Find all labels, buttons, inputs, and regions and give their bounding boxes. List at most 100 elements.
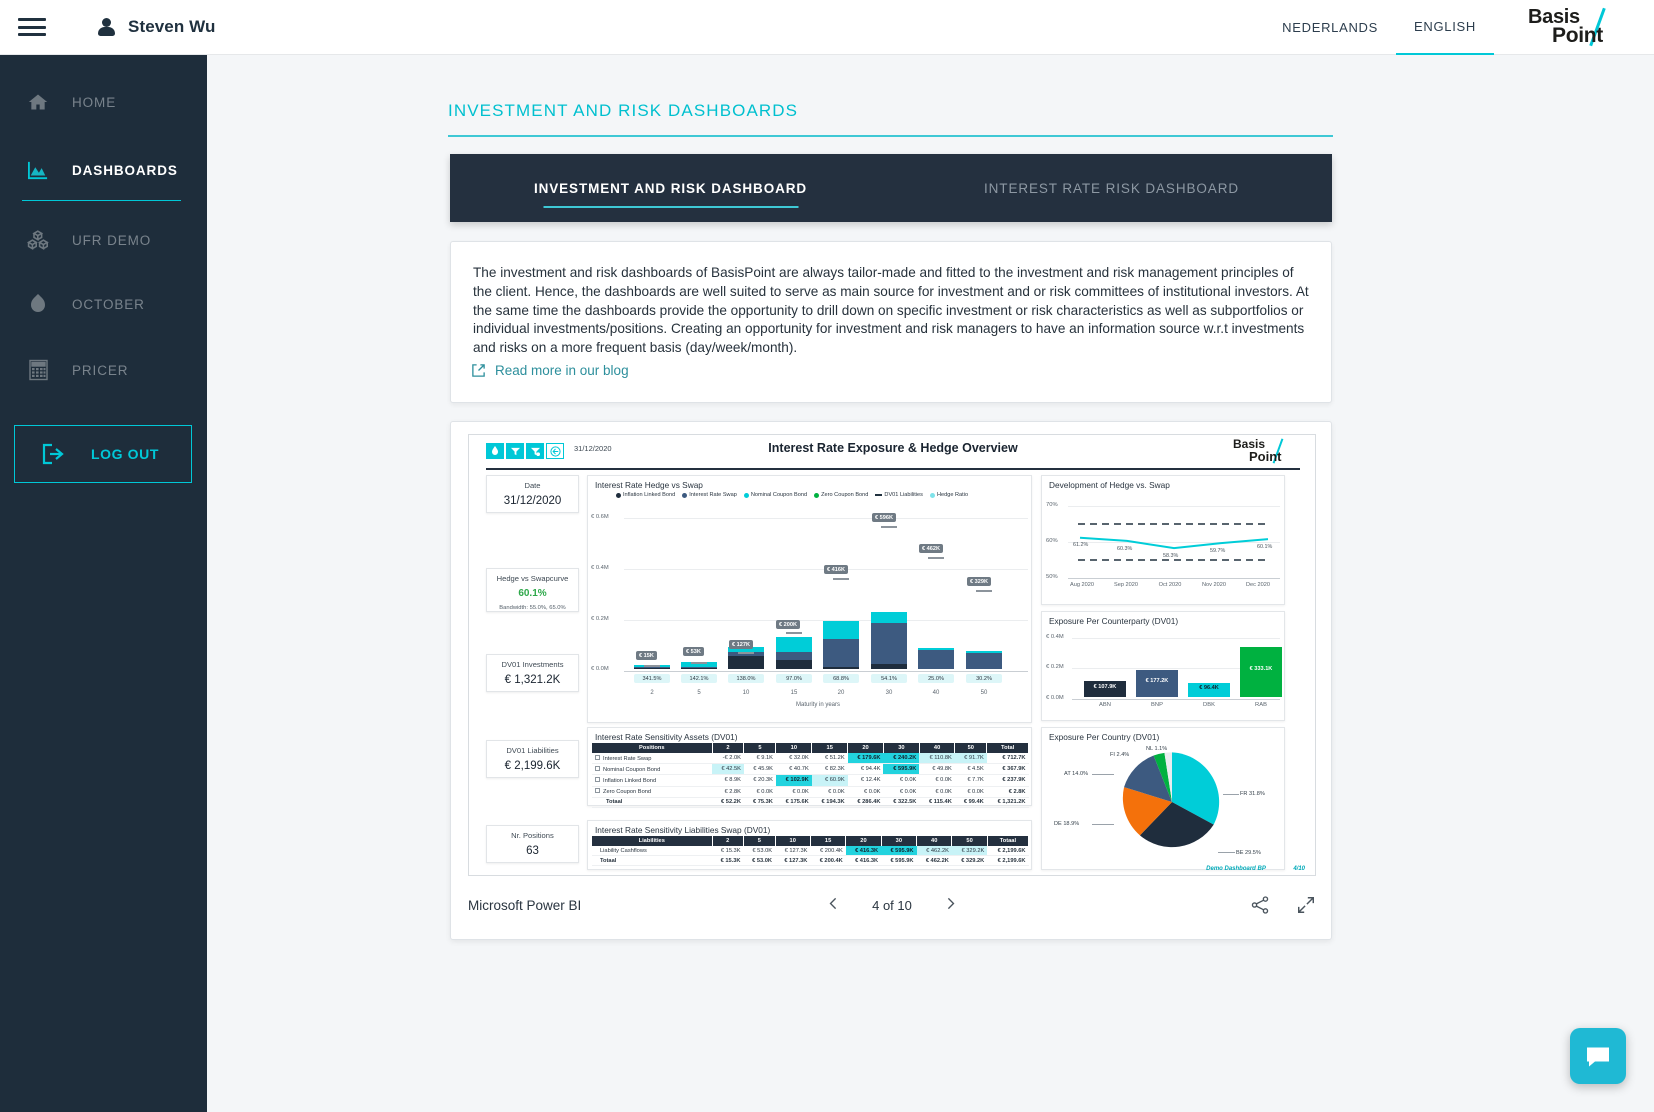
chart-title-development-hedge: Development of Hedge vs. Swap bbox=[1049, 480, 1170, 490]
pie-label-fi: FI 2.4% bbox=[1110, 752, 1130, 758]
tab-investment-and-risk-dashboard[interactable]: INVESTMENT AND RISK DASHBOARD bbox=[450, 154, 891, 222]
chart-exposure-per-country[interactable]: Exposure Per Country (DV01) FR 31.8% BE … bbox=[1041, 727, 1285, 870]
cell: € 1,321.2K bbox=[986, 796, 1029, 808]
table-row[interactable]: Inflation Linked Bond € 8.9K € 20.3K € 1… bbox=[592, 774, 1029, 787]
cell: € 94.4K bbox=[847, 763, 884, 776]
assets-table[interactable]: Positions 2 5 10 15 20 30 40 50 Total In… bbox=[592, 743, 1029, 808]
bar-group-40y[interactable] bbox=[918, 648, 954, 669]
hedge-development-line-svg bbox=[1078, 523, 1270, 561]
chart-exposure-per-counterparty[interactable]: Exposure Per Counterparty (DV01) € 0.4M … bbox=[1041, 611, 1285, 721]
expander-icon[interactable] bbox=[595, 754, 600, 760]
cp-bar-dbk[interactable]: € 96.4K bbox=[1188, 683, 1230, 697]
xaxis-label-5y: 5 bbox=[697, 690, 701, 696]
prev-page-button[interactable] bbox=[825, 895, 842, 915]
pie-label-be: BE 29.5% bbox=[1236, 850, 1261, 856]
kpi-nr-positions[interactable]: Nr. Positions 63 bbox=[486, 825, 579, 863]
assets-row-label-nominal: Nominal Coupon Bond bbox=[592, 763, 712, 776]
bar-seg-swap-40y bbox=[918, 650, 954, 669]
bar-group-20y[interactable] bbox=[823, 621, 859, 669]
cell: -€ 2.0K bbox=[712, 753, 744, 765]
line-xaxis-aug: Aug 2020 bbox=[1070, 582, 1094, 588]
liability-callout-50y: € 329K bbox=[967, 577, 992, 586]
dashboard-tabs: INVESTMENT AND RISK DASHBOARD INTEREST R… bbox=[450, 154, 1332, 222]
user-icon bbox=[98, 18, 115, 36]
legend-item-inflation-linked-bond: Inflation Linked Bond bbox=[616, 492, 675, 498]
read-more-blog-label: Read more in our blog bbox=[495, 363, 629, 378]
gridline-0 bbox=[624, 671, 1028, 672]
line-xaxis-sep: Sep 2020 bbox=[1114, 582, 1138, 588]
sidebar-item-label-october: OCTOBER bbox=[72, 296, 145, 312]
country-pie-svg[interactable] bbox=[1118, 748, 1226, 856]
liabilities-table[interactable]: Liabilities 2 5 10 15 20 30 40 50 Totaal bbox=[592, 836, 1030, 867]
basispoint-logo: Basis Point bbox=[1518, 4, 1636, 50]
page-title: INVESTMENT AND RISK DASHBOARDS bbox=[448, 101, 799, 120]
hedge-ratio-pill-40y: 25.0% bbox=[918, 674, 954, 683]
logout-button[interactable]: LOG OUT bbox=[14, 425, 192, 483]
table-interest-rate-sensitivity-assets[interactable]: Interest Rate Sensitivity Assets (DV01) … bbox=[587, 727, 1032, 808]
sidebar-item-label-home: HOME bbox=[72, 94, 117, 110]
cell: € 237.9K bbox=[986, 774, 1029, 787]
kpi-dv01-liabilities[interactable]: DV01 Liabilities € 2,199.6K bbox=[486, 740, 579, 778]
language-nederlands[interactable]: NEDERLANDS bbox=[1264, 0, 1396, 55]
liab-col-10: 10 bbox=[775, 836, 811, 846]
cell: € 15.3K bbox=[712, 846, 744, 857]
line-xaxis-oct: Oct 2020 bbox=[1158, 582, 1182, 588]
gridline-3 bbox=[624, 518, 1028, 519]
read-more-blog-link[interactable]: Read more in our blog bbox=[471, 363, 629, 378]
report-pager: 4 of 10 bbox=[468, 895, 1316, 915]
bar-group-30y[interactable] bbox=[871, 612, 907, 669]
cell: € 179.6K bbox=[847, 753, 884, 765]
kpi-dv01-investments[interactable]: DV01 Investments € 1,321.2K bbox=[486, 654, 579, 692]
chart-interest-rate-hedge-vs-swap[interactable]: Interest Rate Hedge vs Swap Inflation Li… bbox=[587, 475, 1032, 723]
cell: € 51.2K bbox=[811, 753, 848, 765]
assets-total-row: Totaal € 52.2K € 75.3K € 175.6K € 194.3K… bbox=[592, 796, 1029, 808]
chart-development-of-hedge-vs-swap[interactable]: Development of Hedge vs. Swap 70% 60% 50… bbox=[1041, 475, 1285, 605]
bar-seg-nominal-20y bbox=[823, 621, 859, 639]
expander-icon[interactable] bbox=[595, 765, 600, 771]
cell: € 0.0K bbox=[883, 786, 920, 798]
powerbi-canvas[interactable]: 31/12/2020 Interest Rate Exposure & Hedg… bbox=[468, 434, 1316, 876]
liability-marker-50y bbox=[976, 589, 992, 592]
table-row[interactable]: Interest Rate Swap -€ 2.0K € 9.1K € 32.0… bbox=[592, 753, 1029, 765]
assets-col-total: Total bbox=[986, 743, 1029, 753]
legend-item-zero-coupon-bond: Zero Coupon Bond bbox=[814, 492, 868, 498]
cell: € 115.4K bbox=[919, 796, 955, 808]
sidebar-item-ufr-demo[interactable]: UFR DEMO bbox=[0, 215, 207, 265]
yaxis-tick-3: € 0.6M bbox=[591, 514, 609, 520]
sidebar: HOME DASHBOARDS UFR DEMO OCTOBER PRICER … bbox=[0, 55, 207, 1112]
hamburger-menu-icon[interactable] bbox=[18, 16, 46, 38]
chat-button[interactable] bbox=[1570, 1028, 1626, 1084]
cp-xaxis-dbk: DBK bbox=[1203, 702, 1215, 708]
tab-interest-rate-risk-dashboard[interactable]: INTEREST RATE RISK DASHBOARD bbox=[891, 154, 1332, 222]
table-interest-rate-sensitivity-liabilities[interactable]: Interest Rate Sensitivity Liabilities Sw… bbox=[587, 820, 1032, 870]
sidebar-item-october[interactable]: OCTOBER bbox=[0, 279, 207, 329]
bar-group-50y[interactable] bbox=[966, 651, 1002, 669]
assets-col-50: 50 bbox=[954, 743, 988, 753]
kpi-date[interactable]: Date 31/12/2020 bbox=[486, 475, 579, 513]
hedge-ratio-pill-5y: 142.1% bbox=[681, 674, 717, 683]
expander-icon[interactable] bbox=[595, 776, 600, 782]
bar-group-10y[interactable] bbox=[728, 647, 764, 669]
sidebar-item-dashboards[interactable]: DASHBOARDS bbox=[0, 145, 207, 201]
cp-bar-bnp[interactable]: € 177.2K bbox=[1136, 670, 1178, 697]
language-english[interactable]: ENGLISH bbox=[1396, 0, 1494, 55]
table-row[interactable]: Nominal Coupon Bond € 42.5K € 45.9K € 40… bbox=[592, 763, 1029, 776]
cp-bar-abn[interactable]: € 107.9K bbox=[1084, 681, 1126, 697]
table-row[interactable]: Zero Coupon Bond € 2.8K € 0.0K € 0.0K € … bbox=[592, 786, 1029, 798]
assets-row-label-inflation: Inflation Linked Bond bbox=[592, 774, 712, 787]
kpi-hedge-vs-swapcurve[interactable]: Hedge vs Swapcurve 60.1% Bandwidth: 55.0… bbox=[486, 568, 579, 612]
legend-item-hedge-ratio: Hedge Ratio bbox=[929, 492, 968, 498]
bar-group-15y[interactable] bbox=[776, 637, 812, 669]
sidebar-item-home[interactable]: HOME bbox=[0, 77, 207, 127]
sidebar-item-pricer[interactable]: PRICER bbox=[0, 345, 207, 395]
expander-icon[interactable] bbox=[595, 788, 600, 794]
liability-callout-5y: € 53K bbox=[683, 647, 704, 656]
user-block: Steven Wu bbox=[98, 17, 216, 37]
table-row[interactable]: Liability Cashflows € 15.3K € 53.0K € 12… bbox=[592, 846, 1029, 857]
next-page-button[interactable] bbox=[942, 895, 959, 915]
cp-bar-rab[interactable]: € 333.1K bbox=[1240, 647, 1282, 697]
xaxis-title-maturity: Maturity in years bbox=[795, 702, 840, 708]
cell: € 2,199.6K bbox=[987, 855, 1029, 867]
assets-row-label-swap: Interest Rate Swap bbox=[592, 753, 712, 765]
liab-col-2: 2 bbox=[712, 836, 745, 846]
